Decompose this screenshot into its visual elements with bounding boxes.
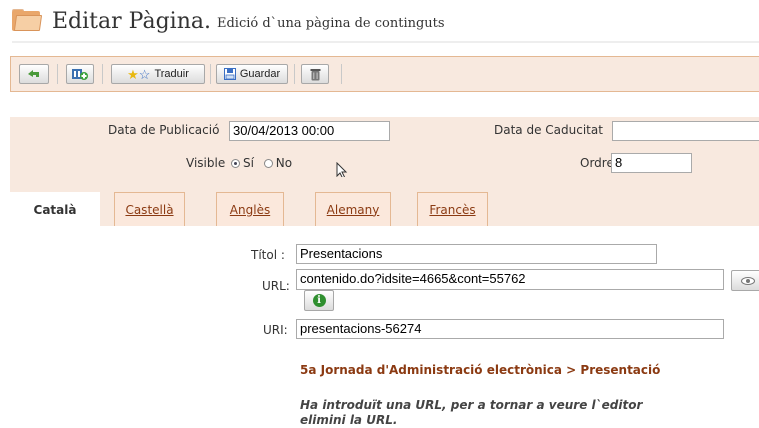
toolbar-separator [102, 64, 103, 84]
tab-castella[interactable]: Castellà [114, 192, 185, 226]
visible-options: Sí No [225, 156, 292, 170]
url-note: Ha introduït una URL, per a tornar a veu… [300, 398, 642, 428]
add-module-icon [72, 69, 88, 80]
toolbar-separator [294, 64, 295, 84]
visible-yes-radio[interactable] [231, 159, 240, 168]
stars-icon: ★☆ [127, 66, 151, 82]
url-label: URL: [262, 279, 290, 293]
title-label: Títol : [251, 248, 285, 262]
uri-label: URI: [263, 323, 288, 337]
page-title: Editar Pàgina. [52, 8, 211, 34]
publication-date-label: Data de Publicació [108, 123, 220, 137]
undo-icon [28, 70, 39, 77]
save-button[interactable]: Guardar [216, 64, 288, 84]
publication-date-field[interactable]: 30/04/2013 00:00 [229, 121, 390, 141]
tab-catala-label: Català [33, 202, 77, 217]
page-subtitle: Edició d`una pàgina de continguts [216, 16, 445, 31]
page-header: Editar Pàgina. Edició d`una pàgina de co… [12, 4, 445, 38]
expiry-date-label: Data de Caducitat [494, 123, 603, 137]
tab-angles[interactable]: Anglès [216, 192, 284, 226]
toolbar-separator [341, 64, 342, 84]
url-note-line1: Ha introduït una URL, per a tornar a veu… [300, 398, 643, 412]
save-label: Guardar [239, 68, 281, 80]
toolbar: ★☆ Traduir Guardar [10, 56, 759, 92]
folder-icon [12, 9, 43, 33]
uri-field[interactable]: presentacions-56274 [296, 319, 724, 339]
tab-castella-link[interactable]: Castellà [125, 203, 173, 217]
title-field[interactable]: Presentacions [296, 244, 657, 264]
toolbar-separator [57, 64, 58, 84]
header-divider [12, 41, 759, 43]
visible-label: Visible [186, 156, 226, 170]
expiry-date-field[interactable] [612, 121, 759, 141]
url-field[interactable]: contenido.do?idsite=4665&cont=55762 [296, 269, 724, 290]
url-note-line2: elimini la URL. [300, 413, 398, 427]
translate-button[interactable]: ★☆ Traduir [111, 64, 205, 84]
info-button[interactable]: i [304, 290, 334, 311]
eye-icon [741, 276, 755, 285]
tab-alemany-link[interactable]: Alemany [327, 203, 380, 217]
visible-yes-label: Sí [243, 156, 254, 170]
breadcrumb[interactable]: 5a Jornada d'Administració electrònica >… [300, 363, 660, 377]
trash-icon [310, 68, 320, 80]
publication-panel: Data de Publicació 30/04/2013 00:00 Data… [10, 117, 759, 177]
order-field[interactable]: 8 [611, 153, 692, 173]
language-tabs: Català Castellà Anglès Alemany Francès [10, 177, 759, 226]
tab-alemany[interactable]: Alemany [315, 192, 391, 226]
add-module-button[interactable] [66, 64, 94, 84]
info-icon: i [312, 294, 326, 307]
tab-angles-link[interactable]: Anglès [230, 203, 270, 217]
save-disk-icon [223, 68, 236, 80]
visible-no-label: No [275, 156, 293, 170]
delete-button[interactable] [301, 64, 329, 84]
undo-button[interactable] [19, 64, 49, 84]
visible-no-radio[interactable] [263, 159, 273, 168]
tab-catala[interactable]: Català [10, 192, 100, 226]
order-label: Ordre [580, 156, 614, 170]
preview-button[interactable] [731, 270, 759, 291]
translate-label: Traduir [154, 68, 189, 80]
toolbar-separator [210, 64, 211, 84]
tab-frances-link[interactable]: Francès [429, 203, 475, 217]
tab-frances[interactable]: Francès [417, 192, 488, 226]
